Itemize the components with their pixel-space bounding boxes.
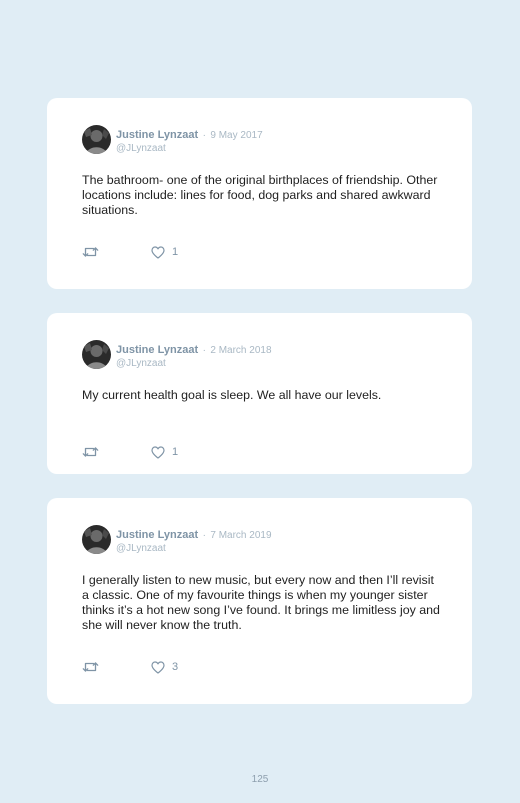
avatar[interactable] bbox=[82, 525, 111, 554]
tweet-text: I generally listen to new music, but eve… bbox=[82, 573, 440, 632]
tweet-card: Justine Lynzaat · 2 March 2018 @JLynzaat… bbox=[47, 313, 472, 474]
tweet-date[interactable]: 9 May 2017 bbox=[210, 130, 262, 141]
tweet-header: Justine Lynzaat · 9 May 2017 @JLynzaat bbox=[82, 125, 263, 155]
avatar[interactable] bbox=[82, 125, 111, 154]
like-count: 1 bbox=[172, 245, 179, 258]
author-name[interactable]: Justine Lynzaat bbox=[116, 129, 198, 141]
retweet-icon[interactable] bbox=[82, 660, 99, 674]
tweet-header: Justine Lynzaat · 7 March 2019 @JLynzaat bbox=[82, 525, 272, 555]
heart-icon[interactable] bbox=[151, 445, 165, 459]
author-handle[interactable]: @JLynzaat bbox=[116, 142, 263, 155]
tweet-header: Justine Lynzaat · 2 March 2018 @JLynzaat bbox=[82, 340, 272, 370]
retweet-icon[interactable] bbox=[82, 445, 99, 459]
avatar[interactable] bbox=[82, 340, 111, 369]
heart-icon[interactable] bbox=[151, 660, 165, 674]
tweet-actions: 3 bbox=[82, 660, 178, 674]
heart-icon[interactable] bbox=[151, 245, 165, 259]
tweet-actions: 1 bbox=[82, 245, 178, 259]
author-name[interactable]: Justine Lynzaat bbox=[116, 344, 198, 356]
author-handle[interactable]: @JLynzaat bbox=[116, 357, 272, 370]
meta-separator: · bbox=[202, 130, 206, 141]
meta-separator: · bbox=[202, 345, 206, 356]
tweet-meta: Justine Lynzaat · 7 March 2019 @JLynzaat bbox=[116, 527, 272, 555]
like-group[interactable]: 1 bbox=[151, 246, 178, 259]
tweet-card: Justine Lynzaat · 7 March 2019 @JLynzaat… bbox=[47, 498, 472, 704]
author-handle[interactable]: @JLynzaat bbox=[116, 542, 272, 555]
tweet-meta: Justine Lynzaat · 9 May 2017 @JLynzaat bbox=[116, 127, 263, 155]
like-group[interactable]: 1 bbox=[151, 446, 178, 459]
tweet-text: My current health goal is sleep. We all … bbox=[82, 388, 382, 402]
tweet-actions: 1 bbox=[82, 445, 178, 459]
tweet-date[interactable]: 7 March 2019 bbox=[210, 530, 271, 541]
tweet-text: The bathroom- one of the original birthp… bbox=[82, 173, 438, 217]
tweet-card: Justine Lynzaat · 9 May 2017 @JLynzaat T… bbox=[47, 98, 472, 289]
like-count: 1 bbox=[172, 445, 179, 458]
retweet-icon[interactable] bbox=[82, 245, 99, 259]
author-name[interactable]: Justine Lynzaat bbox=[116, 529, 198, 541]
tweet-meta: Justine Lynzaat · 2 March 2018 @JLynzaat bbox=[116, 342, 272, 370]
meta-separator: · bbox=[202, 530, 206, 541]
like-count: 3 bbox=[172, 660, 179, 673]
tweet-date[interactable]: 2 March 2018 bbox=[210, 345, 271, 356]
like-group[interactable]: 3 bbox=[151, 661, 178, 674]
page-number: 125 bbox=[251, 774, 269, 785]
